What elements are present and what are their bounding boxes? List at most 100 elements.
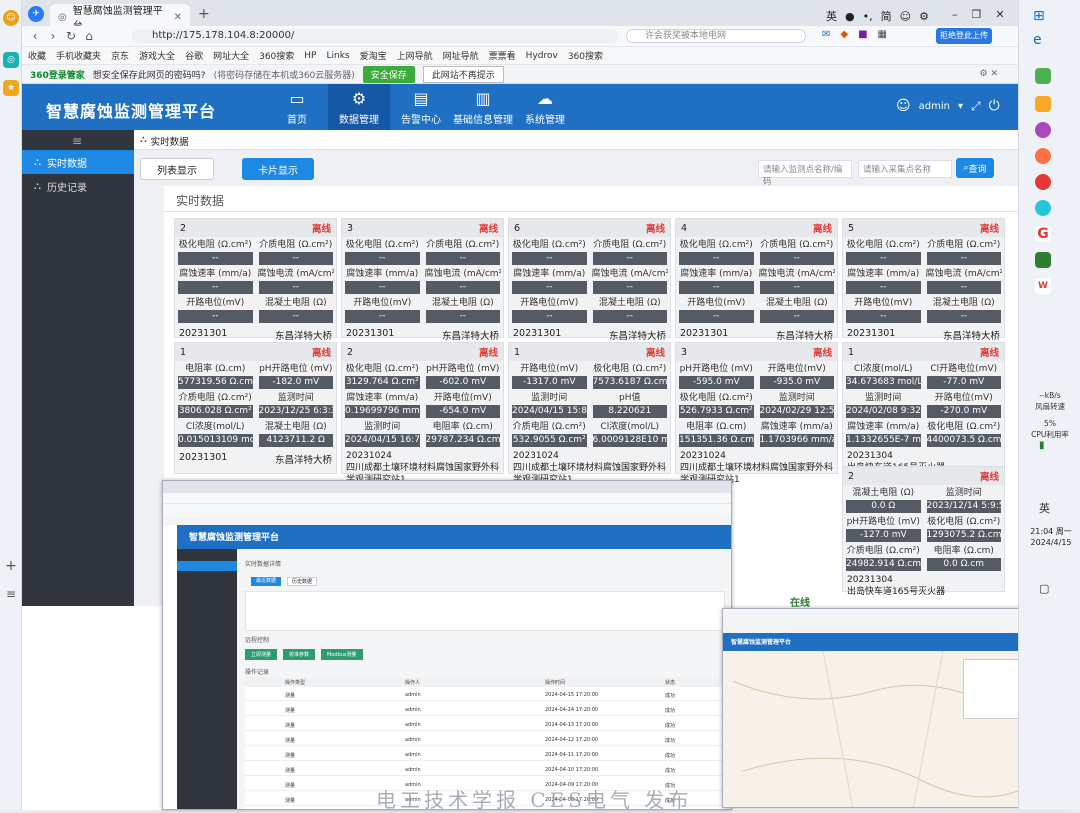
chevron-down-icon[interactable]: ▾ xyxy=(958,101,963,112)
emb1-tab-history[interactable]: 历史数据 xyxy=(287,577,317,586)
ime-punct-icon[interactable]: •, xyxy=(863,10,873,23)
bookmark-item[interactable]: Hydrov xyxy=(526,51,558,61)
sensor-card[interactable]: 3 离线 pH开路电位 (mV) -595.0 mV 开路电位(mV) -935.0 mV… xyxy=(675,342,838,485)
bookmark-item[interactable]: 360搜索 xyxy=(259,49,294,62)
shield-icon[interactable]: ◆ xyxy=(840,29,848,40)
mail-icon[interactable]: ✉ xyxy=(822,29,830,40)
nav-item-0[interactable]: ▭ 首页 xyxy=(266,84,328,130)
bookmark-item[interactable]: HP xyxy=(304,51,316,61)
star-icon[interactable]: ★ xyxy=(3,80,19,96)
forward-icon[interactable]: › xyxy=(44,29,62,43)
taskbar-ime[interactable]: 英 xyxy=(1039,500,1050,516)
bookmark-item[interactable]: 网址导航 xyxy=(443,49,479,62)
emb1-modbus-button[interactable]: Modbus测量 xyxy=(321,649,363,660)
windows-start-icon[interactable]: ⊞ xyxy=(1033,8,1045,24)
bookmark-item[interactable]: 京东 xyxy=(111,49,129,62)
nav-item-3[interactable]: ▥ 基础信息管理 xyxy=(452,84,514,130)
back-icon[interactable]: ‹ xyxy=(26,29,44,43)
sensor-card[interactable]: 5 离线 极化电阻 (Ω.cm²) -- 介质电阻 (Ω.cm²) -- 腐蚀速率 (mm/… xyxy=(842,218,1005,342)
tab-close-icon[interactable]: ✕ xyxy=(174,12,182,23)
user-avatar-icon[interactable]: ☺ xyxy=(896,98,911,114)
app-green-icon[interactable] xyxy=(1035,68,1051,84)
nav-item-1[interactable]: ⚙ 数据管理 xyxy=(328,84,390,130)
bookmark-item[interactable]: 收藏 xyxy=(28,49,46,62)
app-shortcut-icon[interactable]: ◎ xyxy=(3,52,19,68)
wechat-icon[interactable] xyxy=(1035,252,1051,268)
close-icon[interactable]: ✕ xyxy=(995,8,1004,21)
sensor-card[interactable]: 2 离线 极化电阻 (Ω.cm²) 3129.764 Ω.cm² pH开路电位 (mV)… xyxy=(341,342,504,485)
battery-icon[interactable]: ▮ xyxy=(1039,440,1045,451)
sidebar-item-history[interactable]: ⛬ 历史记录 xyxy=(22,174,134,198)
new-tab-icon[interactable]: + xyxy=(198,6,210,22)
clock[interactable]: 21:04 周一 2024/4/15 xyxy=(1023,526,1079,548)
sidebar-item-realtime[interactable]: ⛬ 实时数据 xyxy=(22,150,134,174)
emb1-tab-recent[interactable]: 最近数据 xyxy=(251,577,281,586)
power-icon[interactable]: ⏻ xyxy=(989,98,1000,114)
query-button[interactable]: ⌕ 查询 xyxy=(956,158,994,178)
browser-logo-icon[interactable]: ✈ xyxy=(28,6,44,22)
bookmark-item[interactable]: 谷歌 xyxy=(185,49,203,62)
sensor-card[interactable]: 2 离线 极化电阻 (Ω.cm²) -- 介质电阻 (Ω.cm²) -- 腐蚀速率 (mm/… xyxy=(174,218,337,342)
ime-language[interactable]: 英 xyxy=(826,8,837,24)
sensor-card[interactable]: 2离线混凝土电阻 (Ω)0.0 Ω监测时间2023/12/14 5:9:51pH… xyxy=(842,466,1005,597)
smile-icon[interactable]: ☺ xyxy=(900,10,911,23)
chrome-icon[interactable] xyxy=(1035,174,1051,190)
user-area: ☺ admin ▾ ⤢ ⏻ xyxy=(896,98,1000,114)
user-name[interactable]: admin xyxy=(919,101,950,112)
sensor-card[interactable]: 1 离线 电阻率 (Ω.cm) 577319.56 Ω.cm pH开路电位 (mV) -1… xyxy=(174,342,337,474)
url-input[interactable]: http://175.178.104.8:20000/ xyxy=(132,29,618,43)
card-field-row: pH开路电位 (mV) -127.0 mV 极化电阻 (Ω.cm²) 1293075.… xyxy=(843,514,1004,543)
station-search-input[interactable]: 请输入监测点名称/编码 xyxy=(758,160,852,187)
bookmark-item[interactable]: 爱淘宝 xyxy=(360,49,387,62)
bookmark-item[interactable]: 票票看 xyxy=(489,49,516,62)
nav-item-2[interactable]: ▤ 告警中心 xyxy=(390,84,452,130)
ie-browser-icon[interactable]: e xyxy=(1033,32,1042,48)
reload-icon[interactable]: ↻ xyxy=(62,29,80,43)
app-circle-icon[interactable] xyxy=(1035,122,1051,138)
sensor-card[interactable]: 1 离线 Cl浓度(mol/L) 34.673683 mol/L Cl开路电位(mV) -… xyxy=(842,342,1005,474)
add-icon[interactable]: + xyxy=(3,558,19,574)
emb1-measure-button[interactable]: 立即测量 xyxy=(245,649,278,660)
emb1-calibrate-button[interactable]: 校准参数 xyxy=(283,649,316,660)
browser-search-input[interactable]: 许会获奖被本地电网 xyxy=(626,29,806,43)
emb2-map[interactable] xyxy=(723,650,1067,807)
wps-icon[interactable]: W xyxy=(1035,278,1051,294)
sensor-card[interactable]: 3 离线 极化电阻 (Ω.cm²) -- 介质电阻 (Ω.cm²) -- 腐蚀速率 (mm/… xyxy=(341,218,504,342)
notification-icon[interactable]: ▢ xyxy=(1039,582,1049,595)
extension-icon[interactable]: ■ xyxy=(858,29,867,40)
bookmark-item[interactable]: 上网导航 xyxy=(397,49,433,62)
nav-item-4[interactable]: ☁ 系统管理 xyxy=(514,84,576,130)
bookmark-item[interactable]: 游戏大全 xyxy=(139,49,175,62)
login-sync-button[interactable]: 拒绝登此上传 xyxy=(936,28,992,44)
sensor-card[interactable]: 4 离线 极化电阻 (Ω.cm²) -- 介质电阻 (Ω.cm²) -- 腐蚀速率 (mm/… xyxy=(675,218,838,342)
home-icon[interactable]: ⌂ xyxy=(80,29,98,43)
safe-save-button[interactable]: 安全保存 xyxy=(362,65,415,83)
bookmark-item[interactable]: 手机收藏夹 xyxy=(56,49,101,62)
sensor-card[interactable]: 1 离线 开路电位(mV) -1317.0 mV 极化电阻 (Ω.cm²) 7573.61… xyxy=(508,342,671,485)
minimize-icon[interactable]: – xyxy=(952,8,958,21)
bookmark-item[interactable]: Links xyxy=(326,51,349,61)
g-app-icon[interactable]: G xyxy=(1035,226,1051,242)
sensor-card[interactable]: 6 离线 极化电阻 (Ω.cm²) -- 介质电阻 (Ω.cm²) -- 腐蚀速率 (mm/… xyxy=(508,218,671,342)
menu-icon[interactable]: ≡ xyxy=(3,586,19,602)
bar-close-icon[interactable]: ⚙ ✕ xyxy=(980,69,998,79)
collapse-menu-icon[interactable]: ≡ xyxy=(72,134,82,148)
fullscreen-icon[interactable]: ⤢ xyxy=(971,99,981,114)
firefox-icon[interactable] xyxy=(1035,148,1051,164)
list-view-button[interactable]: 列表显示 xyxy=(140,158,214,180)
collector-search-input[interactable]: 请输入采集点名称 xyxy=(858,160,952,178)
restore-icon[interactable]: ❐ xyxy=(972,8,982,21)
app-avatar-icon[interactable]: ☺ xyxy=(3,10,19,26)
ime-settings-icon[interactable]: ⚙ xyxy=(919,10,929,23)
bookmark-item[interactable]: 360搜索 xyxy=(568,49,603,62)
never-prompt-button[interactable]: 此网站不再提示 xyxy=(422,65,504,83)
breadcrumb[interactable]: ⛬ 实时数据 xyxy=(140,134,189,148)
ime-mode[interactable]: 简 xyxy=(881,8,892,24)
folder-icon[interactable] xyxy=(1035,96,1051,112)
bookmark-item[interactable]: 网址大全 xyxy=(213,49,249,62)
grid-icon[interactable]: ▦ xyxy=(878,29,887,40)
card-view-button[interactable]: 卡片显示 xyxy=(242,158,314,180)
browser-alt-icon[interactable] xyxy=(1035,200,1051,216)
ime-dot-icon[interactable]: ● xyxy=(845,10,855,23)
field-label: 腐蚀速率 (mm/a) xyxy=(179,269,252,279)
